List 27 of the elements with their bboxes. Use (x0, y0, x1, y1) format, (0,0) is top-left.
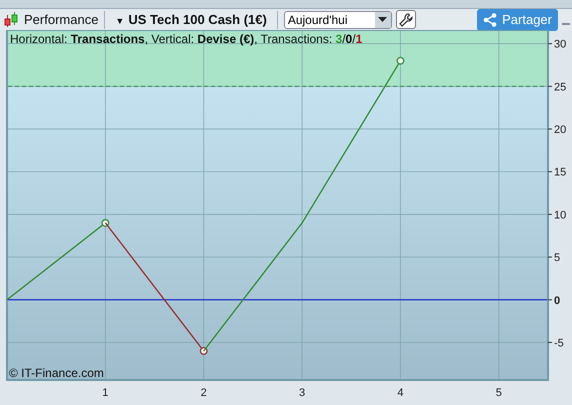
settings-button[interactable] (396, 10, 416, 29)
x-tick-label: 3 (299, 387, 306, 399)
share-icon (483, 12, 498, 26)
instrument-dropdown[interactable]: ▼ US Tech 100 Cash (1€) (111, 12, 271, 27)
y-tick-label: 15 (554, 166, 566, 179)
minimize-button[interactable] (562, 22, 570, 24)
x-tick-label: 2 (200, 387, 207, 399)
period-select[interactable]: Aujourd'hui (284, 10, 392, 28)
caret-icon (378, 17, 388, 22)
wrench-icon (398, 12, 413, 26)
view-title: Performance (24, 12, 98, 27)
point-marker (101, 219, 110, 227)
candlestick-icon (4, 12, 18, 28)
x-tick-label: 5 (496, 387, 502, 399)
y-tick-label: 5 (554, 252, 560, 264)
y-tick-label: 25 (554, 81, 566, 94)
x-tick-label: 1 (102, 387, 108, 399)
y-tick-label: -5 (554, 337, 564, 350)
y-tick-label: 0 (554, 294, 560, 307)
x-tick-label: 4 (397, 387, 404, 399)
point-marker (396, 56, 404, 65)
copyright-text: © IT-Finance.com (9, 366, 104, 380)
y-tick-label: 20 (554, 124, 566, 136)
chart-legend-text: Horizontal: Transactions, Vertical: Devise (€), Transactions: 3/0/1 (10, 32, 362, 46)
y-tick-label: 30 (554, 38, 566, 51)
point-marker (200, 347, 208, 355)
y-tick-label: 10 (554, 209, 566, 222)
